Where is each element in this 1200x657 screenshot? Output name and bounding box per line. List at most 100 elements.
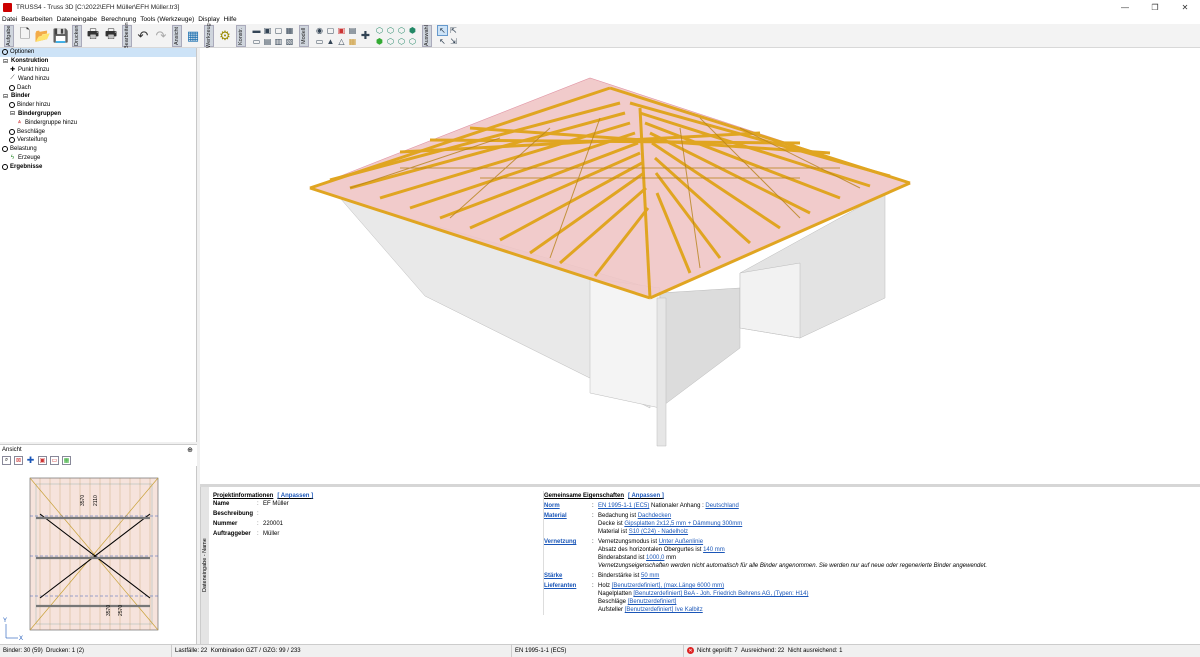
tab-auswahl[interactable]: Auswahl: [422, 24, 432, 47]
ceiling-link[interactable]: Gipsplatten 2x12,5 mm + Dämmung 300mm: [624, 521, 742, 527]
tree-item[interactable]: ✚ Punkt hinzu: [0, 66, 196, 75]
tree-item[interactable]: ⊟ Bindergruppen: [0, 110, 196, 119]
fittings-link[interactable]: [Benutzerdefiniert]: [628, 599, 677, 605]
wire-icon[interactable]: ▢: [325, 25, 336, 36]
norm-label[interactable]: Norm: [544, 503, 592, 511]
layer-icon[interactable]: ▥: [273, 36, 284, 47]
tab-drucken[interactable]: Drucken: [72, 24, 82, 47]
menu-display[interactable]: Display: [198, 16, 219, 23]
select-icon[interactable]: ▧: [284, 36, 295, 47]
menu-datei[interactable]: Datei: [2, 16, 17, 23]
green-cube-icon[interactable]: ⬢: [374, 36, 385, 47]
menu-dateneingabe[interactable]: Dateneingabe: [57, 16, 97, 23]
save-icon[interactable]: 💾: [52, 26, 70, 46]
tab-konstr[interactable]: Konstr.: [236, 24, 246, 47]
select-box-icon[interactable]: ⇱: [448, 25, 459, 36]
section-icon[interactable]: ▣: [336, 25, 347, 36]
cube-back-icon[interactable]: ⬡: [385, 36, 396, 47]
tree-item[interactable]: Beschläge: [0, 127, 196, 136]
wood-link[interactable]: [Benutzerdefiniert], (max.Länge 6000 mm): [612, 583, 724, 589]
new-file-icon[interactable]: 🗋: [16, 26, 34, 46]
window-icon[interactable]: ▭: [50, 455, 59, 465]
minimize-button[interactable]: —: [1110, 0, 1140, 15]
offset-link[interactable]: 140 mm: [703, 547, 725, 553]
wall-icon[interactable]: ▭: [314, 36, 325, 47]
menu-tools[interactable]: Tools (Werkzeuge): [140, 16, 194, 23]
lieferanten-label[interactable]: Lieferanten: [544, 583, 592, 615]
nailplates-link[interactable]: [Benutzerdefiniert] BeA - Joh. Friedrich…: [633, 591, 808, 597]
tree-item[interactable]: ⩓ Bindergruppe hinzu: [0, 118, 196, 127]
cube-side-icon[interactable]: ⬡: [385, 25, 396, 36]
national-annex-link[interactable]: Deutschland: [705, 503, 738, 509]
tree-item[interactable]: Dach: [0, 83, 196, 92]
plan-view[interactable]: 3570 2110 3570 2570 X Y: [0, 466, 197, 644]
menu-berechnung[interactable]: Berechnung: [101, 16, 136, 23]
cube-top-icon[interactable]: ⬡: [396, 25, 407, 36]
fit-icon[interactable]: ▣: [38, 455, 47, 465]
dimension-icon[interactable]: ▭: [251, 36, 262, 47]
redo-icon[interactable]: ↷: [152, 26, 170, 46]
mesh-mode-link[interactable]: Unter Außenlinie: [659, 539, 703, 545]
tree-item[interactable]: ⊟ Konstruktion: [0, 57, 196, 66]
roof-icon[interactable]: ▲: [325, 36, 336, 47]
print-icon[interactable]: 🖶: [84, 26, 102, 46]
project-adjust-link[interactable]: [ Anpassen ]: [277, 493, 313, 499]
tab-werkzeug[interactable]: Werkzeug: [204, 23, 214, 48]
tree-item[interactable]: Versteifung: [0, 136, 196, 145]
tree-item[interactable]: Optionen: [0, 48, 196, 57]
roofing-link[interactable]: Dachdecken: [638, 513, 671, 519]
gear-icon[interactable]: ⚙: [216, 26, 234, 46]
tab-aufgabe[interactable]: Aufgabe: [4, 24, 14, 47]
vernetzung-label[interactable]: Vernetzung: [544, 539, 592, 571]
builder-link[interactable]: [Benutzerdefiniert] Ive Kalbitz: [625, 607, 703, 613]
tab-dateneingabe-name[interactable]: Dateneingabe - Name: [200, 487, 209, 644]
tree-item[interactable]: ⊟ Binder: [0, 92, 196, 101]
frame-icon[interactable]: ▢: [273, 25, 284, 36]
tree-item[interactable]: Binder hinzu: [0, 101, 196, 110]
norm-link[interactable]: EN 1995-1-1 (EC5): [598, 503, 649, 509]
staerke-label[interactable]: Stärke: [544, 573, 592, 581]
tree-item[interactable]: ϟ Erzeuge: [0, 154, 196, 163]
eye-icon[interactable]: ◉: [314, 25, 325, 36]
tree-item[interactable]: Ergebnisse: [0, 162, 196, 171]
cube-front-icon[interactable]: ⬡: [374, 25, 385, 36]
undo-icon[interactable]: ↶: [134, 26, 152, 46]
menu-hilfe[interactable]: Hilfe: [224, 16, 237, 23]
material-label[interactable]: Material: [544, 513, 592, 537]
spacing-link[interactable]: 1000,0: [646, 555, 664, 561]
truss-view-icon[interactable]: △: [336, 36, 347, 47]
cube-right-icon[interactable]: ⬡: [407, 36, 418, 47]
thickness-link[interactable]: 50 mm: [641, 573, 659, 579]
reset-view-icon[interactable]: ⊠: [14, 455, 23, 465]
picture-icon[interactable]: ▦: [62, 455, 71, 465]
ruler-icon[interactable]: ▬: [251, 25, 262, 36]
tab-modell[interactable]: Modell: [299, 24, 309, 47]
pin-icon[interactable]: ⊕: [187, 446, 193, 454]
cube-left-icon[interactable]: ⬡: [396, 36, 407, 47]
print-preview-icon[interactable]: 🖶: [102, 26, 120, 46]
grid-icon[interactable]: ▦: [284, 25, 295, 36]
tab-ansicht[interactable]: Ansicht: [172, 24, 182, 47]
tab-bearbeiten[interactable]: Bearbeiten: [122, 22, 132, 49]
cube-iso-icon[interactable]: ⬢: [407, 25, 418, 36]
select-arrow-icon[interactable]: ↖: [437, 25, 448, 36]
add-icon[interactable]: ✚: [360, 30, 371, 42]
calculator-icon[interactable]: ▦: [184, 26, 202, 46]
close-button[interactable]: ✕: [1170, 0, 1200, 15]
layout-icon[interactable]: ▤: [347, 25, 358, 36]
move-icon[interactable]: ✚: [26, 455, 35, 465]
zoom-icon[interactable]: ⌕: [2, 455, 11, 465]
view-2d-icon[interactable]: ▣: [262, 25, 273, 36]
menu-bearbeiten[interactable]: Bearbeiten: [21, 16, 52, 23]
tree-item[interactable]: Belastung: [0, 145, 196, 154]
open-folder-icon[interactable]: 📂: [34, 26, 52, 46]
common-adjust-link[interactable]: [ Anpassen ]: [628, 493, 664, 499]
select-minus-icon[interactable]: ⇲: [448, 36, 459, 47]
tree-item[interactable]: ⟋ Wand hinzu: [0, 74, 196, 83]
image-icon[interactable]: ▤: [262, 36, 273, 47]
render-icon[interactable]: ▦: [347, 36, 358, 47]
3d-viewport[interactable]: [200, 48, 1200, 484]
material-link[interactable]: S10 (C24) - Nadelholz: [629, 529, 688, 535]
maximize-button[interactable]: ❐: [1140, 0, 1170, 15]
select-plus-icon[interactable]: ↖: [437, 36, 448, 47]
